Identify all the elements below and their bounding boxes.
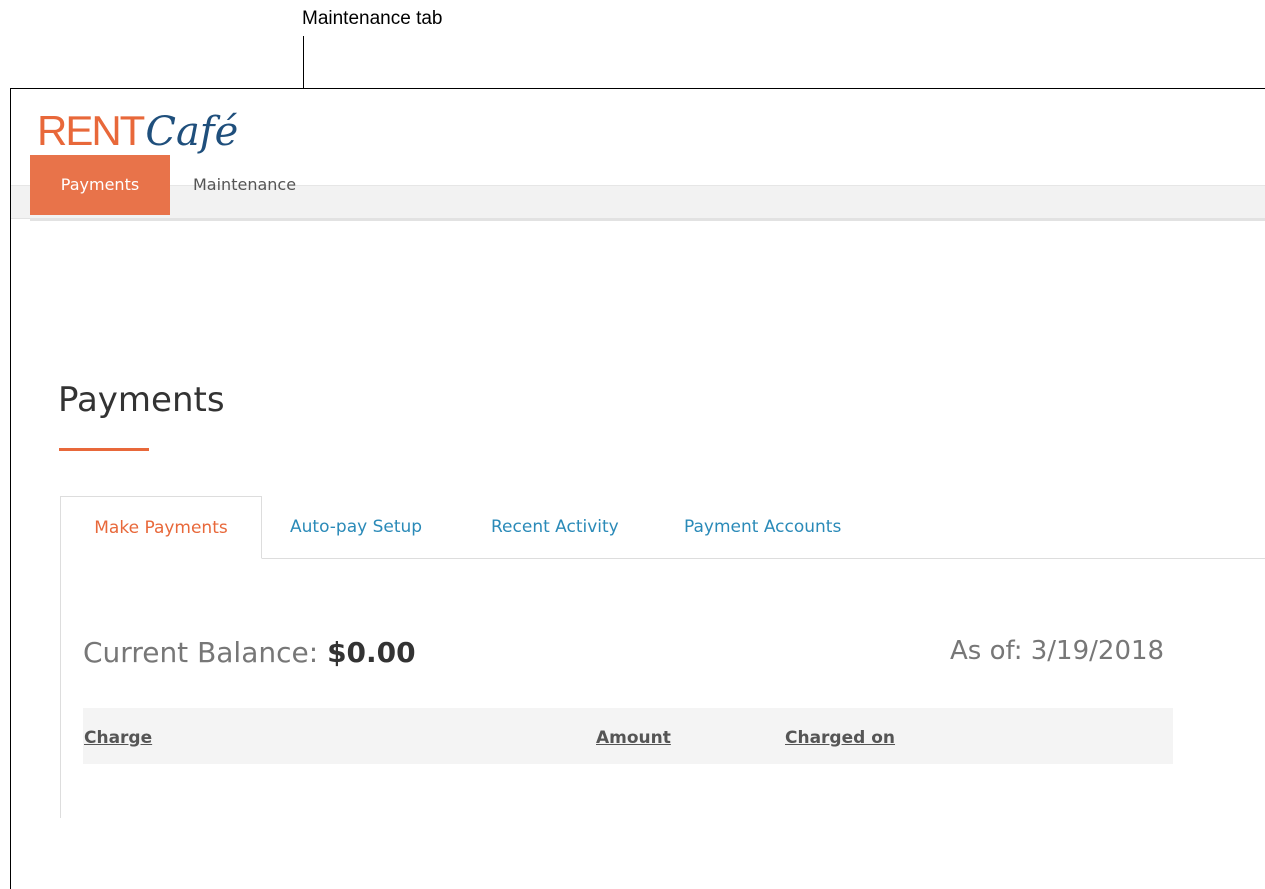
current-balance: Current Balance: $0.00 [83,636,416,669]
payments-subtabs: Make Payments Auto-pay Setup Recent Acti… [60,496,1265,559]
balance-amount: $0.00 [327,636,416,669]
logo-cafe-text: Café [145,109,239,155]
column-header-charge[interactable]: Charge [84,708,152,764]
nav-tab-maintenance[interactable]: Maintenance [193,155,296,215]
top-nav: Payments Maintenance [30,155,1265,221]
column-header-amount[interactable]: Amount [596,708,671,764]
callout-label: Maintenance tab [302,8,443,29]
subtab-autopay-setup[interactable]: Auto-pay Setup [290,496,422,558]
subtab-payment-accounts[interactable]: Payment Accounts [684,496,841,558]
page-title: Payments [58,380,225,420]
subtab-make-payments[interactable]: Make Payments [60,496,262,559]
tab-panel-border [60,558,61,818]
balance-label: Current Balance: [83,636,328,669]
logo-rent-text: RENT [37,107,145,154]
title-underline [59,448,149,451]
nav-tab-payments[interactable]: Payments [30,155,170,215]
charges-table-header: Charge Amount Charged on [83,708,1173,764]
column-header-charged-on[interactable]: Charged on [785,708,895,764]
rentcafe-logo[interactable]: RENT Café [37,107,238,155]
subtab-recent-activity[interactable]: Recent Activity [491,496,619,558]
balance-as-of: As of: 3/19/2018 [950,636,1165,666]
